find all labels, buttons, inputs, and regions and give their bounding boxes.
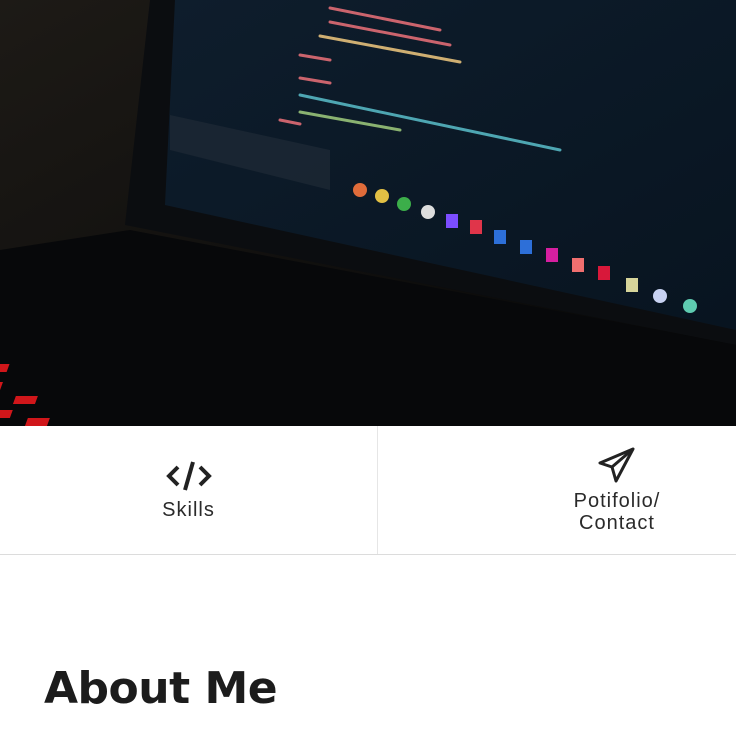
nav-portfolio-label-line1: Potifolio/ [573,490,661,512]
laptop-illustration [0,0,736,426]
section-nav: Skills Potifolio/ Contact [0,426,736,555]
nav-portfolio-label-line2: Contact [579,512,655,534]
nav-skills-label: Skills [162,499,215,521]
paper-plane-icon [598,447,635,483]
about-section: About Me [0,555,736,714]
nav-skills[interactable]: Skills [0,426,378,554]
hero-image [0,0,736,426]
code-icon [165,461,212,491]
about-title: About Me [44,663,278,714]
nav-portfolio-contact[interactable]: Potifolio/ Contact [378,426,736,554]
